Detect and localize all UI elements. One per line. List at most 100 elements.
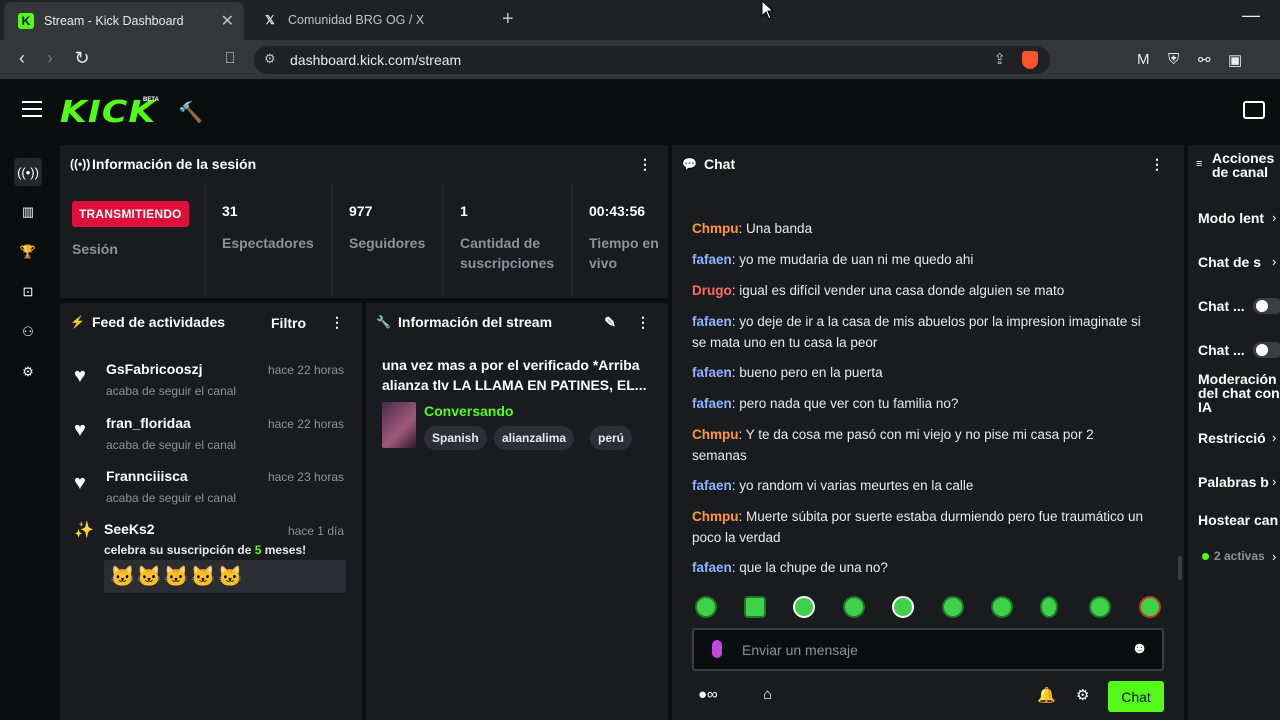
chat-username[interactable]: Chmpu (692, 427, 739, 442)
feed-text: celebra su suscripción de 5 meses! (104, 543, 307, 557)
feed-username[interactable]: GsFabricooszj (106, 361, 202, 377)
site-settings-icon[interactable]: ⚙ (264, 51, 276, 67)
chat-scrollbar[interactable] (1178, 556, 1182, 580)
back-icon[interactable]: ‹ (10, 48, 34, 69)
emote-icon[interactable] (1089, 596, 1111, 618)
emote-icon[interactable] (892, 596, 914, 618)
minimize-window-icon[interactable]: — (1242, 5, 1260, 26)
emote-icon[interactable] (695, 596, 717, 618)
chat-username[interactable]: fafaen (692, 396, 732, 411)
actions-header-icon: ≡ (1196, 158, 1203, 170)
reload-icon[interactable]: ↻ (70, 48, 94, 69)
chat-username[interactable]: Drugo (692, 283, 732, 298)
chevron-right-icon[interactable]: › (1272, 474, 1276, 489)
tag[interactable]: perú (590, 426, 633, 450)
chat-message-list[interactable]: Chmpu: Una banda fafaen: yo me mudaria d… (676, 186, 1166, 582)
brave-shield-icon[interactable] (1022, 51, 1038, 69)
chat-username[interactable]: fafaen (692, 314, 732, 329)
tab-comunidad-x[interactable]: 𝕏 Comunidad BRG OG / X (248, 0, 493, 40)
emote-icon[interactable] (1139, 596, 1161, 618)
feed-menu-icon[interactable]: ⋮ (330, 314, 344, 331)
feed-username[interactable]: SeeKs2 (104, 521, 155, 537)
address-bar[interactable]: ⚙ dashboard.kick.com/stream ⇪ (254, 46, 1050, 74)
chat-username[interactable]: fafaen (692, 252, 732, 267)
chat-store-icon[interactable]: ⌂ (763, 686, 772, 703)
new-tab-icon[interactable]: + (502, 8, 514, 31)
emote-icon[interactable] (843, 596, 865, 618)
active-dot-icon (1202, 553, 1209, 560)
chat-username[interactable]: Chmpu (692, 221, 739, 236)
action-slow-mode[interactable]: Modo lent (1198, 210, 1264, 226)
stream-info-menu-icon[interactable]: ⋮ (636, 314, 650, 331)
feed-text: acaba de seguir el canal (106, 384, 237, 398)
chat-username[interactable]: fafaen (692, 478, 732, 493)
trophy-icon[interactable]: 🏆 (14, 238, 42, 266)
action-ai-moderation[interactable]: Moderación del chat con IA (1198, 372, 1280, 414)
chat-menu-icon[interactable]: ⋮ (1150, 156, 1164, 173)
chevron-right-icon[interactable]: › (1272, 430, 1276, 445)
chat-username[interactable]: fafaen (692, 365, 732, 380)
stream-nav-icon[interactable]: ((•)) (14, 158, 42, 186)
emote-icon[interactable] (942, 596, 964, 618)
emote-icon[interactable] (793, 596, 815, 618)
toggle-switch[interactable] (1253, 342, 1280, 358)
tag[interactable]: alianzalima (494, 426, 575, 450)
analytics-icon[interactable]: ▥ (14, 198, 42, 226)
chat-text: bueno pero en la puerta (739, 365, 883, 380)
stream-category[interactable]: Conversando (424, 403, 513, 419)
emote-icon[interactable] (991, 596, 1013, 618)
chevron-right-icon[interactable]: › (1272, 210, 1276, 225)
tab-kick-dashboard[interactable]: K Stream - Kick Dashboard ✕ (4, 2, 244, 40)
extensions-puzzle-icon[interactable]: ⚯ (1198, 51, 1211, 69)
edit-icon[interactable]: ✎ (604, 314, 616, 331)
stat-viewers: 31 Espectadores (204, 185, 331, 297)
action-restrictions[interactable]: Restricció (1198, 430, 1266, 446)
live-badge: TRANSMITIENDO (72, 201, 189, 227)
session-menu-icon[interactable]: ⋮ (638, 156, 652, 173)
action-banned-words[interactable]: Palabras b (1198, 474, 1269, 490)
chat-username[interactable]: fafaen (692, 560, 732, 575)
filter-button[interactable]: Filtro (271, 315, 306, 331)
forward-icon[interactable]: › (38, 48, 62, 69)
emote-icon[interactable] (744, 596, 766, 618)
emote-icon[interactable] (1040, 596, 1058, 618)
feed-username[interactable]: fran_floridaa (106, 415, 191, 431)
notification-bell-icon[interactable]: 🔔 (1037, 686, 1056, 704)
bookmark-icon[interactable]: ⎕ (218, 50, 242, 67)
chevron-right-icon[interactable]: › (1272, 254, 1276, 269)
chat-settings-icon[interactable]: ⚙ (1076, 686, 1089, 704)
emoji-icon[interactable]: ☻ (1131, 640, 1148, 658)
stat-label: Espectadores (222, 235, 314, 251)
chat-message: fafaen: que la chupe de una no? (692, 560, 888, 575)
send-chat-button[interactable]: Chat (1108, 681, 1164, 712)
kick-logo[interactable]: KICK (60, 95, 156, 130)
hammer-icon[interactable]: 🔨 (178, 100, 203, 125)
category-thumbnail[interactable] (382, 402, 416, 448)
action-host-channel[interactable]: Hostear can (1198, 512, 1278, 528)
chat-input-box[interactable]: ☻ (692, 628, 1164, 671)
share-icon[interactable]: ⇪ (993, 50, 1006, 68)
chat-message-input[interactable] (742, 639, 1122, 661)
feed-username[interactable]: Frannciiisca (106, 468, 188, 484)
chat-text: Muerte súbita por suerte estaba durmiend… (692, 509, 1143, 545)
feed-time: hace 23 horas (267, 470, 344, 484)
settings-icon[interactable]: ⚙ (14, 358, 42, 386)
store-icon[interactable] (1243, 101, 1265, 119)
toggle-switch[interactable] (1253, 298, 1280, 314)
microphone-icon[interactable] (712, 640, 722, 658)
camera-icon[interactable]: ⊡ (14, 278, 42, 306)
chevron-right-icon[interactable]: › (1272, 549, 1276, 564)
action-followers-chat[interactable]: Chat de s (1198, 254, 1261, 270)
community-icon[interactable]: ⚇ (14, 318, 42, 346)
stat-value: 1 (460, 203, 468, 219)
chat-text: igual es difícil vender una casa donde a… (739, 283, 1065, 298)
chat-points-icon[interactable]: ●∞ (698, 686, 718, 703)
chat-username[interactable]: Chmpu (692, 509, 739, 524)
extension-m-icon[interactable]: M (1137, 51, 1150, 68)
stat-live-time: 00:43:56 Tiempo en vivo (571, 185, 668, 297)
close-tab-icon[interactable]: ✕ (221, 11, 234, 31)
menu-icon[interactable] (22, 101, 42, 117)
extension-shield-icon[interactable]: ⛨ (1168, 51, 1179, 68)
tag[interactable]: Spanish (424, 426, 487, 450)
sidebar-toggle-icon[interactable]: ▣ (1228, 51, 1242, 69)
